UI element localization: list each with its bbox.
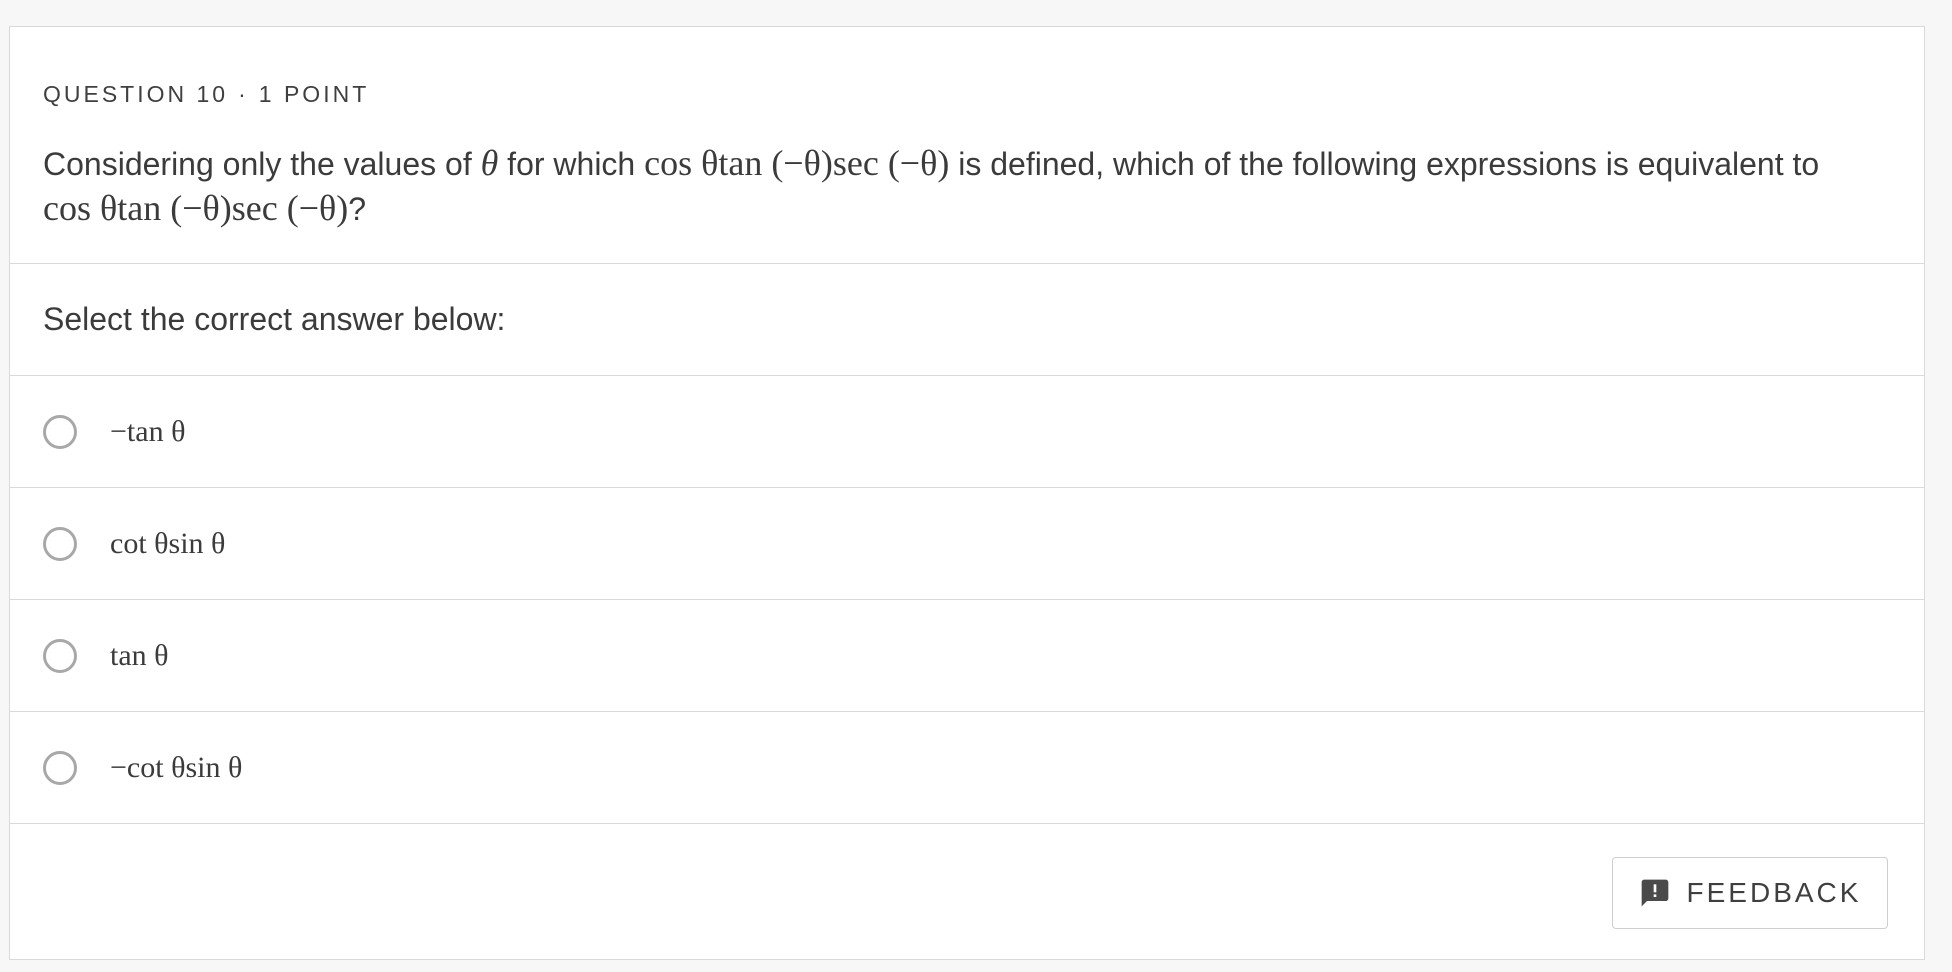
radio-button[interactable] <box>43 750 77 785</box>
question-header: QUESTION 10 · 1 POINT Considering only the… <box>10 27 1924 264</box>
radio-button[interactable] <box>43 414 77 449</box>
question-card: QUESTION 10 · 1 POINT Considering only the… <box>9 26 1925 960</box>
answer-option-3[interactable]: tan θ <box>10 600 1924 712</box>
expression-1: cos θtan (−θ)sec (−θ) <box>644 143 950 183</box>
question-meta: QUESTION 10 · 1 POINT <box>43 79 1924 109</box>
answer-option-2[interactable]: cot θsin θ <box>10 488 1924 600</box>
answer-option-1[interactable]: −tan θ <box>10 376 1924 488</box>
option-label: −tan θ <box>110 414 186 448</box>
question-footer: FEEDBACK <box>10 824 1924 960</box>
meta-separator: · <box>238 81 249 107</box>
option-label: tan θ <box>110 638 169 672</box>
option-label: cot θsin θ <box>110 526 226 560</box>
theta-symbol: θ <box>480 143 499 183</box>
feedback-button[interactable]: FEEDBACK <box>1612 857 1888 929</box>
expression-2: cos θtan (−θ)sec (−θ) <box>43 188 349 228</box>
question-text: Considering only the values of θ for whi… <box>43 141 1843 231</box>
question-number: QUESTION 10 <box>43 81 229 107</box>
option-label: −cot θsin θ <box>110 750 243 784</box>
radio-button[interactable] <box>43 638 77 673</box>
question-text-part3: is defined, which of the following expre… <box>949 146 1820 182</box>
question-text-part2: for which <box>498 146 645 182</box>
answer-option-4[interactable]: −cot θsin θ <box>10 712 1924 824</box>
answer-prompt: Select the correct answer below: <box>10 264 1924 376</box>
question-text-part4: ? <box>348 191 367 227</box>
feedback-label: FEEDBACK <box>1686 877 1862 908</box>
question-points: 1 POINT <box>258 81 370 107</box>
question-text-part1: Considering only the values of <box>43 146 481 182</box>
feedback-icon <box>1641 879 1668 907</box>
radio-button[interactable] <box>43 526 77 561</box>
